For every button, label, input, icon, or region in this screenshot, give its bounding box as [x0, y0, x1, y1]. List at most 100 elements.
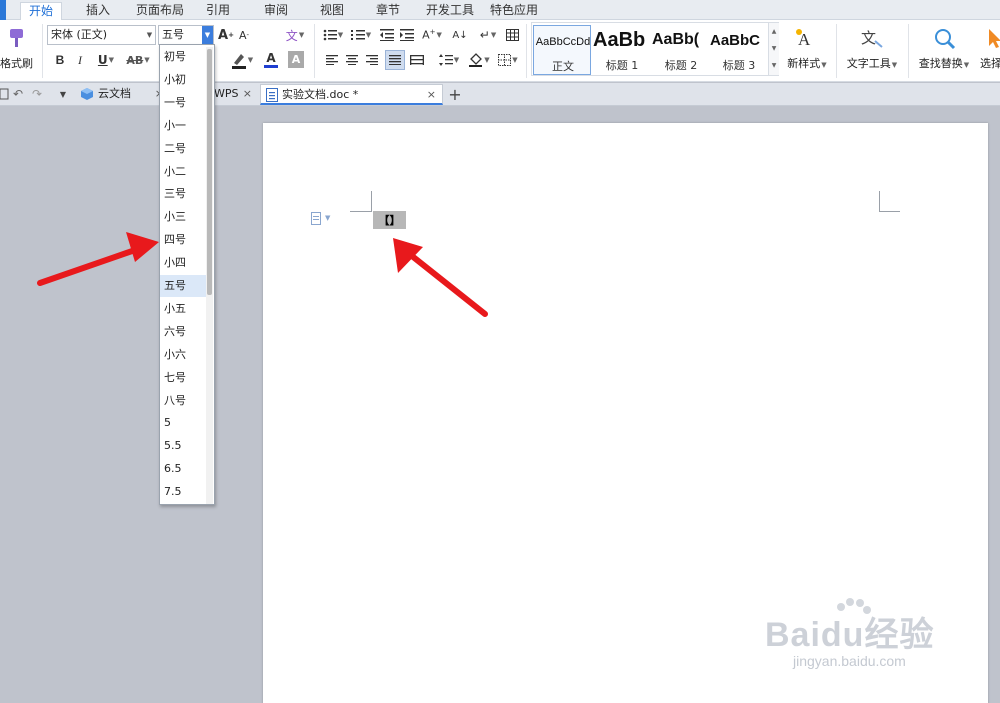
underline-icon: U: [97, 53, 108, 67]
bullet-list-button[interactable]: ▼: [320, 26, 346, 44]
font-size-option[interactable]: 初号: [160, 46, 206, 68]
font-size-option[interactable]: 5.5: [160, 435, 206, 457]
font-size-option[interactable]: 小初: [160, 69, 206, 91]
distribute-button[interactable]: [408, 52, 426, 68]
shrink-font-button[interactable]: A-: [236, 26, 252, 44]
ribbon-separator: [908, 24, 909, 78]
char-shading-button[interactable]: A: [288, 51, 304, 68]
chevron-down-icon: ▼: [453, 56, 460, 64]
redo-icon[interactable]: ↷: [29, 86, 45, 102]
font-size-option[interactable]: 7.5: [160, 481, 206, 503]
app-menu-corner[interactable]: [0, 0, 6, 20]
chevron-down-icon[interactable]: ▼: [202, 26, 213, 44]
table-button[interactable]: [503, 26, 521, 44]
ribbon-separator: [836, 24, 837, 78]
selected-text[interactable]: 【】: [373, 211, 406, 229]
chevron-down-icon: ▼: [108, 56, 115, 64]
font-size-option[interactable]: 四号: [160, 229, 206, 251]
strikethrough-button[interactable]: AB ▼: [122, 50, 154, 70]
menu-tab-start[interactable]: 开始: [20, 2, 63, 20]
line-spacing-button[interactable]: ▼: [436, 51, 462, 69]
align-center-button[interactable]: [344, 52, 360, 68]
paragraph-layout-icon[interactable]: ▼: [311, 212, 339, 228]
gallery-expand-icon[interactable]: ▼: [769, 57, 779, 74]
menu-tab-review[interactable]: 审阅: [256, 2, 296, 20]
find-replace-button[interactable]: 查找替换▼: [914, 22, 974, 76]
font-size-option[interactable]: 小五: [160, 298, 206, 320]
style-heading-3[interactable]: AaBbC 标题 3: [710, 25, 768, 75]
font-size-option[interactable]: 一号: [160, 92, 206, 114]
shading-button[interactable]: ▼: [466, 51, 492, 69]
font-size-option[interactable]: 二号: [160, 138, 206, 160]
font-size-option[interactable]: 小二: [160, 161, 206, 183]
menu-tab-page-layout[interactable]: 页面布局: [128, 2, 192, 20]
chevron-down-icon: ▼: [144, 56, 150, 64]
save-icon[interactable]: [0, 86, 10, 102]
menu-tab-special[interactable]: 特色应用: [482, 2, 546, 20]
italic-button[interactable]: I: [72, 50, 88, 70]
quick-access-dropdown-icon[interactable]: ▼: [56, 86, 70, 102]
grow-font-button[interactable]: A +: [218, 26, 234, 44]
decrease-indent-button[interactable]: [378, 26, 396, 44]
font-size-option[interactable]: 五号: [160, 275, 206, 297]
font-size-option[interactable]: 三号: [160, 183, 206, 205]
increase-indent-button[interactable]: [398, 26, 416, 44]
sort-icon: A↓: [452, 29, 468, 41]
show-marks-button[interactable]: ↵ ▼: [476, 26, 500, 44]
borders-button[interactable]: ▼: [495, 51, 521, 69]
chevron-up-icon[interactable]: ▲: [769, 23, 779, 40]
strikethrough-icon: AB: [126, 53, 144, 67]
dropdown-scroll-thumb[interactable]: [207, 49, 212, 295]
font-size-option[interactable]: 小三: [160, 206, 206, 228]
style-normal[interactable]: AaBbCcDd 正文: [533, 25, 591, 75]
style-gallery-scroll[interactable]: ▲ ▼ ▼: [768, 23, 779, 75]
new-style-button[interactable]: A 新样式▼: [782, 22, 832, 76]
font-size-option[interactable]: 小四: [160, 252, 206, 274]
font-color-button[interactable]: A: [258, 50, 284, 70]
align-right-button[interactable]: [364, 52, 380, 68]
menu-tab-references[interactable]: 引用: [198, 2, 238, 20]
close-icon[interactable]: ×: [427, 85, 436, 105]
font-size-option[interactable]: 七号: [160, 367, 206, 389]
font-color-icon: A: [266, 51, 276, 65]
align-left-button[interactable]: [324, 52, 340, 68]
font-name-combo[interactable]: 宋体 (正文) ▼: [47, 25, 156, 45]
paragraph-mark-icon: ↵: [479, 28, 490, 42]
chevron-down-icon[interactable]: ▼: [144, 26, 155, 44]
font-size-option[interactable]: 六号: [160, 321, 206, 343]
close-icon[interactable]: ×: [243, 84, 252, 104]
change-case-button[interactable]: A+ ▼: [420, 26, 444, 44]
font-size-option[interactable]: 小一: [160, 115, 206, 137]
chevron-down-icon: ▼: [247, 56, 254, 64]
style-heading-1[interactable]: AaBb 标题 1: [593, 25, 651, 75]
tab-cloud-docs[interactable]: 云文档 ×: [74, 84, 170, 105]
tab-document[interactable]: 实验文档.doc * ×: [260, 84, 443, 105]
crop-mark-top-right-h: [879, 211, 900, 212]
justify-icon: [389, 55, 401, 65]
menu-tab-chapter[interactable]: 章节: [368, 2, 408, 20]
underline-button[interactable]: U ▼: [94, 50, 118, 70]
justify-button[interactable]: [385, 50, 405, 70]
phonetic-guide-button[interactable]: 文 ▼: [282, 26, 308, 44]
font-size-combo[interactable]: 五号 ▼: [158, 25, 214, 45]
highlight-color-button[interactable]: ▼: [228, 50, 256, 70]
undo-icon[interactable]: ↶: [10, 86, 26, 102]
new-tab-button[interactable]: +: [446, 85, 464, 104]
paint-bucket-icon: [469, 53, 483, 67]
font-size-option[interactable]: 6.5: [160, 458, 206, 480]
menu-tab-developer[interactable]: 开发工具: [418, 2, 482, 20]
sort-button[interactable]: A↓: [450, 26, 470, 44]
numbered-list-button[interactable]: ▼: [348, 26, 374, 44]
select-button[interactable]: 选择: [975, 22, 1000, 76]
menu-tab-view[interactable]: 视图: [312, 2, 352, 20]
font-size-option[interactable]: 小六: [160, 344, 206, 366]
font-size-option[interactable]: 5: [160, 412, 206, 434]
menu-tab-insert[interactable]: 插入: [78, 2, 118, 20]
text-tools-button[interactable]: 文 文字工具▼: [840, 22, 904, 76]
style-heading-2[interactable]: AaBb( 标题 2: [652, 25, 710, 75]
format-painter-button[interactable]: 格式刷: [0, 22, 40, 78]
bold-button[interactable]: B: [52, 50, 68, 70]
font-size-option[interactable]: 八号: [160, 390, 206, 412]
chevron-down-icon[interactable]: ▼: [769, 40, 779, 57]
dropdown-scrollbar[interactable]: [206, 47, 213, 504]
